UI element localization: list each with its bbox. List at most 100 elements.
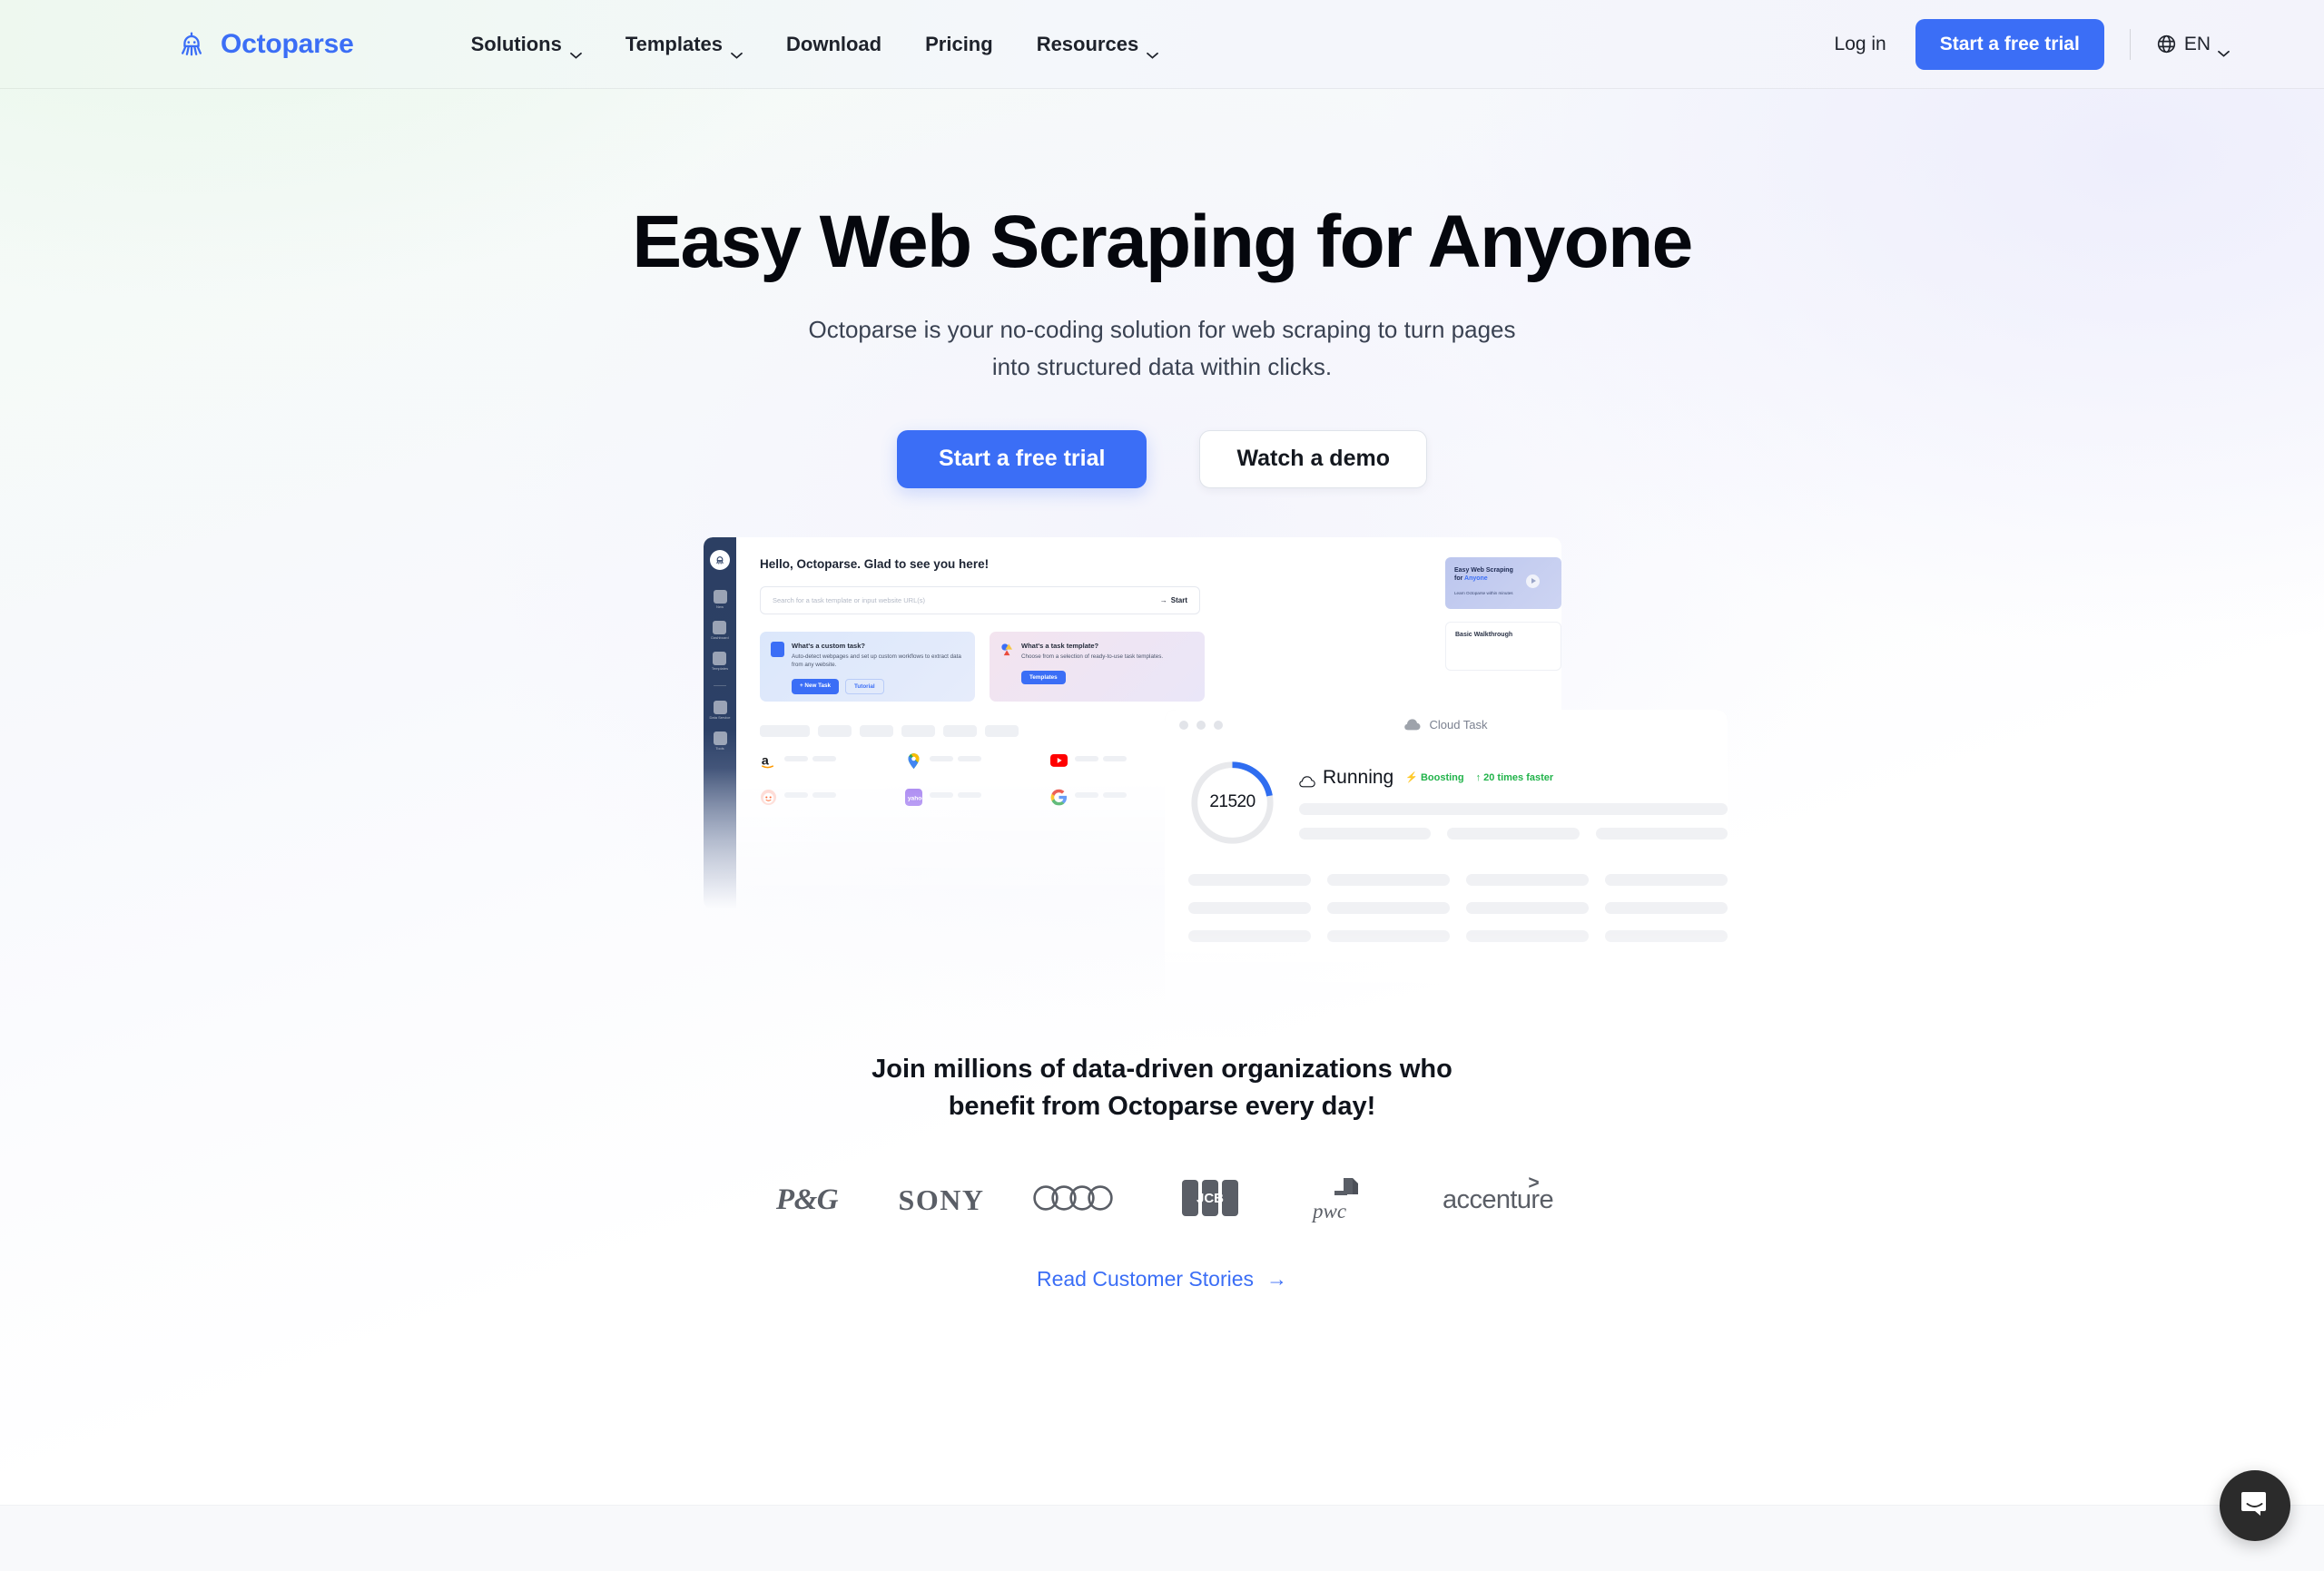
social-proof-heading: Join millions of data-driven organizatio… <box>0 1051 2324 1125</box>
accenture-logo-text: accenture > <box>1443 1173 1554 1215</box>
nav-item-resources[interactable]: Resources <box>1015 24 1181 65</box>
briefcase-icon <box>713 731 727 745</box>
nav-item-label: Pricing <box>925 32 993 55</box>
app-templates-button[interactable]: Templates <box>1021 670 1066 684</box>
app-card-task-template[interactable]: What's a task template? Choose from a se… <box>990 631 1205 702</box>
app-search-start-button[interactable]: → Start <box>1160 596 1187 604</box>
app-template-tile-reddit[interactable] <box>760 789 891 807</box>
cloud-task-counter: 21 520 <box>1188 759 1276 847</box>
nav-item-label: Templates <box>625 32 723 55</box>
cloud-icon <box>1299 771 1315 788</box>
app-chip[interactable] <box>985 724 1019 737</box>
yahoo-icon: yahoo! <box>905 788 922 806</box>
app-new-task-button[interactable]: + New Task <box>792 678 840 694</box>
header-actions: Log in Start a free trial EN <box>1818 18 2230 70</box>
app-sidebar-item-label: New <box>715 604 724 609</box>
audi-rings-icon <box>1032 1184 1119 1216</box>
cloud-task-titlebar: Cloud Task <box>1165 710 1728 741</box>
app-search-bar[interactable]: Search for a task template or input webs… <box>760 585 1200 614</box>
app-sidebar-item-label: Templates <box>711 665 729 671</box>
chevron-down-icon <box>2218 41 2230 57</box>
hero-watch-demo-button[interactable]: Watch a demo <box>1199 429 1427 488</box>
app-promo-card[interactable]: Easy Web Scraping for Anyone Learn Octop… <box>1445 556 1561 609</box>
sony-logo-text: SONY <box>898 1183 985 1216</box>
app-promo-title-line1: Easy Web Scraping <box>1454 566 1513 574</box>
chat-widget-button[interactable] <box>2220 1470 2290 1541</box>
svg-text:yahoo!: yahoo! <box>908 795 922 801</box>
app-promo-title-highlight: Anyone <box>1464 574 1488 582</box>
google-icon <box>1050 789 1068 806</box>
youtube-icon <box>1050 752 1068 770</box>
app-card-custom-task[interactable]: What's a custom task? Auto-detect webpag… <box>760 631 975 702</box>
octopus-logo-icon <box>174 27 209 62</box>
app-card-title: What's a task template? <box>1021 641 1099 650</box>
app-chip[interactable] <box>818 724 852 737</box>
page-title: Easy Web Scraping for Anyone <box>632 201 1693 283</box>
app-template-placeholder <box>784 752 891 771</box>
amazon-icon: a <box>760 752 777 770</box>
bookmark-icon <box>713 620 727 634</box>
app-sidebar-item-templates[interactable]: Templates <box>711 651 729 671</box>
app-sidebar-item-dashboard[interactable]: Dashboard <box>711 620 729 640</box>
app-template-tile-youtube[interactable] <box>1050 752 1181 771</box>
app-chip[interactable] <box>943 724 977 737</box>
cloud-task-placeholder-bars <box>1299 802 1728 840</box>
app-sidebar-item-data-service[interactable]: Data Service <box>710 700 730 720</box>
cloud-task-title: Cloud Task <box>1429 718 1488 732</box>
chat-bubble-icon <box>2239 1488 2271 1525</box>
app-template-tile-google-maps[interactable] <box>905 752 1036 771</box>
app-chip[interactable] <box>860 724 893 737</box>
app-template-placeholder <box>784 789 891 807</box>
plus-square-icon <box>713 589 727 604</box>
app-template-placeholder <box>930 752 1036 771</box>
app-card-title: What's a custom task? <box>792 641 865 650</box>
customer-stories-link-wrap: Read Customer Stories → <box>0 1267 2324 1291</box>
cloud-task-speed-label: 20 times faster <box>1483 771 1554 783</box>
language-selector[interactable]: EN <box>2156 34 2230 57</box>
nav-item-templates[interactable]: Templates <box>604 24 764 65</box>
nav-item-label: Solutions <box>470 32 562 55</box>
app-search-start-label: Start <box>1170 595 1187 604</box>
cloud-task-boosting-label: Boosting <box>1420 771 1464 783</box>
hero-cta-group: Start a free trial Watch a demo <box>0 429 2324 488</box>
hero-subtitle-line1: Octoparse is your no-coding solution for… <box>808 315 1516 343</box>
chevron-down-icon <box>569 41 582 59</box>
read-customer-stories-label: Read Customer Stories <box>1036 1267 1255 1291</box>
footer-strip <box>0 1505 2324 1571</box>
pwc-logo-text: pwc <box>1313 1200 1347 1223</box>
app-sidebar-item-label: Dashboard <box>711 634 729 640</box>
arrow-up-icon: ↑ <box>1475 771 1482 783</box>
login-link[interactable]: Log in <box>1818 25 1903 64</box>
app-sidebar-item-tools[interactable]: Tools <box>713 731 727 751</box>
app-template-placeholder <box>930 789 1036 807</box>
hero-start-trial-button[interactable]: Start a free trial <box>897 429 1147 488</box>
brand-logo[interactable]: Octoparse <box>174 27 354 62</box>
nav-item-solutions[interactable]: Solutions <box>449 24 604 65</box>
nav-item-pricing[interactable]: Pricing <box>903 24 1015 65</box>
arrow-right-icon: → <box>1159 595 1167 604</box>
app-template-tile-google[interactable] <box>1050 789 1181 807</box>
google-maps-icon <box>905 752 922 770</box>
chevron-down-icon <box>1147 41 1159 59</box>
templates-icon <box>713 651 727 665</box>
header-start-trial-button[interactable]: Start a free trial <box>1915 18 2104 70</box>
app-sidebar-item-new[interactable]: New <box>713 589 727 609</box>
app-sidebar: New Dashboard Templates Data Service Too… <box>704 536 736 909</box>
hero-subtitle: Octoparse is your no-coding solution for… <box>0 311 2324 386</box>
nav-item-download[interactable]: Download <box>764 24 903 65</box>
app-chip[interactable] <box>901 724 935 737</box>
custom-task-icon <box>771 641 784 657</box>
app-intro-cards: What's a custom task? Auto-detect webpag… <box>760 631 1561 702</box>
app-promo-subtitle: Learn Octoparse within minutes <box>1454 590 1513 595</box>
app-template-tile-amazon[interactable]: a <box>760 752 891 771</box>
bolt-icon: ⚡ <box>1405 772 1418 784</box>
cloud-task-status: Running <box>1299 767 1393 789</box>
app-template-tile-yahoo[interactable]: yahoo! <box>905 788 1036 807</box>
play-icon[interactable] <box>1526 574 1540 588</box>
primary-navigation: Solutions Templates Download Pricing Res… <box>449 24 1181 65</box>
read-customer-stories-link[interactable]: Read Customer Stories → <box>1037 1267 1287 1291</box>
app-walkthrough-card[interactable]: Basic Walkthrough <box>1445 621 1561 671</box>
app-tutorial-button[interactable]: Tutorial <box>845 678 884 694</box>
app-chip[interactable] <box>760 724 810 737</box>
app-right-rail: Easy Web Scraping for Anyone Learn Octop… <box>1445 556 1561 671</box>
